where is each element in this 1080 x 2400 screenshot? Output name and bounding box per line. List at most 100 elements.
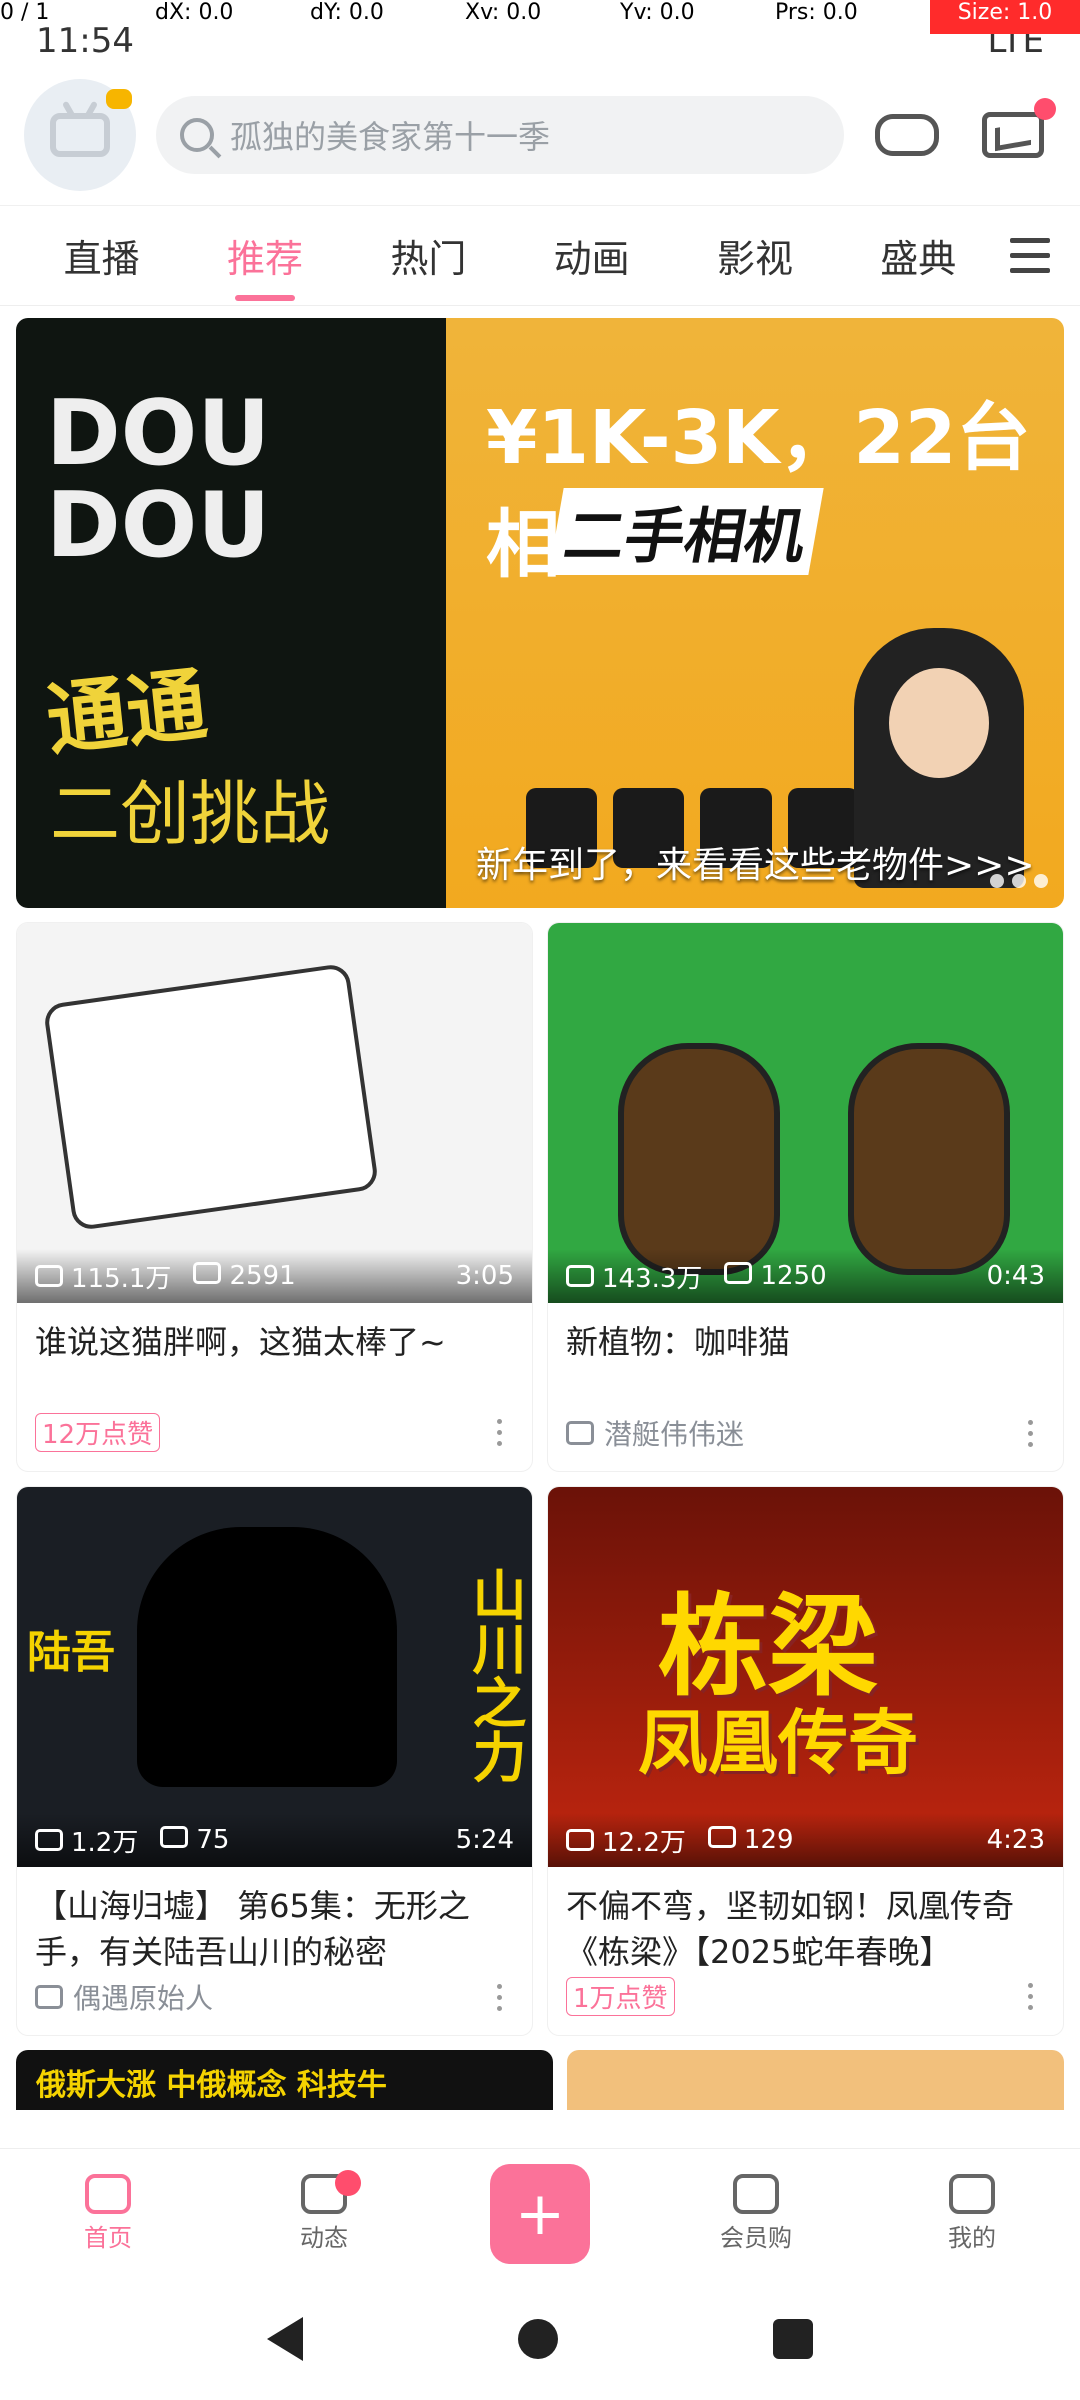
video-thumbnail: 143.3万 1250 0:43 [548, 923, 1063, 1303]
video-card[interactable]: 143.3万 1250 0:43 新植物：咖啡猫 潜艇伟伟迷 [547, 922, 1064, 1472]
like-badge: 1万点赞 [566, 1977, 675, 2016]
comments-count: 129 [707, 1825, 794, 1855]
tab-anime[interactable]: 动画 [510, 228, 673, 283]
recents-icon[interactable] [772, 2319, 813, 2359]
profile-icon [949, 2174, 995, 2214]
debug-overlay: 0 / 1 dX: 0.0 dY: 0.0 Xv: 0.0 Yv: 0.0 Pr… [0, 0, 1080, 34]
video-meta: 潜艇伟伟迷 [548, 1413, 1063, 1471]
next-row-peek: 俄斯大涨 中俄概念 科技牛 [16, 2050, 1064, 2110]
banner-challenge-text: 二创挑战 [50, 773, 330, 855]
more-options-icon[interactable] [484, 1983, 514, 2011]
tab-menu-button[interactable] [1000, 238, 1060, 273]
more-options-icon[interactable] [1015, 1419, 1045, 1447]
video-feed: 115.1万 2591 3:05 谁说这猫胖啊，这猫太棒了~ 12万点赞 143… [0, 908, 1080, 2036]
banner-right-image: ¥1K-3K，22台相 二手相机 [446, 318, 1064, 908]
tab-hot[interactable]: 热门 [347, 228, 510, 283]
tab-movies[interactable]: 影视 [673, 228, 836, 283]
nav-publish[interactable]: + [432, 2163, 648, 2264]
category-tabs: 直播 推荐 热门 动画 影视 盛典 [0, 206, 1080, 306]
danmaku-icon [160, 1826, 189, 1848]
duration: 3:05 [455, 1261, 514, 1291]
banner-camera-text: 二手相机 [548, 488, 824, 575]
uploader-icon [35, 1985, 63, 2009]
gamepad-icon [875, 113, 939, 156]
messages-button[interactable] [970, 92, 1056, 178]
mail-icon [982, 111, 1044, 158]
debug-dx: dX: 0.0 [155, 0, 234, 25]
debug-size: Size: 1.0 [930, 0, 1080, 34]
peek-card-right[interactable] [567, 2050, 1064, 2110]
comments-count: 1250 [724, 1261, 827, 1291]
nav-home[interactable]: 首页 [0, 2174, 216, 2253]
notification-dot-icon [335, 2170, 361, 2196]
play-icon [35, 1828, 63, 1851]
tab-recommend[interactable]: 推荐 [183, 228, 346, 283]
nav-label: 会员购 [720, 2224, 792, 2252]
nav-label: 我的 [948, 2224, 996, 2252]
more-options-icon[interactable] [1015, 1983, 1045, 2010]
debug-xv: Xv: 0.0 [465, 0, 542, 25]
peek-card-left[interactable]: 俄斯大涨 中俄概念 科技牛 [16, 2050, 553, 2110]
debug-pointer: 0 / 1 [0, 0, 50, 25]
video-meta: 1万点赞 [548, 1977, 1063, 2034]
game-center-button[interactable] [864, 92, 950, 178]
thumb-text-phoenix: 凤凰传奇 [638, 1702, 918, 1784]
video-thumbnail: 陆吾 山川之力 1.2万 75 5:24 [17, 1487, 532, 1867]
home-icon [85, 2174, 131, 2214]
uploader-name[interactable]: 偶遇原始人 [73, 1977, 213, 2017]
nav-member-shop[interactable]: 会员购 [648, 2174, 864, 2253]
comments-count: 2591 [193, 1261, 296, 1291]
thumb-text-shanchuan: 山川之力 [463, 1567, 526, 1783]
views-count: 143.3万 [566, 1258, 702, 1295]
play-icon [35, 1264, 63, 1287]
video-thumbnail: 115.1万 2591 3:05 [17, 923, 532, 1303]
search-icon [180, 117, 214, 152]
nav-label: 动态 [300, 2224, 348, 2252]
video-title: 不偏不弯，坚韧如钢！凤凰传奇《栋梁》【2025蛇年春晚】 [566, 1887, 1015, 1971]
nav-label: 首页 [84, 2224, 132, 2252]
debug-dy: dY: 0.0 [310, 0, 384, 25]
search-placeholder: 孤独的美食家第十一季 [230, 117, 551, 156]
plus-icon: + [490, 2163, 590, 2264]
dynamic-icon [301, 2170, 361, 2214]
banner-dou-text: DOU DOU [46, 381, 271, 578]
banner-tong-text: 通通 [42, 657, 212, 768]
banner-caption: 新年到了，来看看这些老物件>>> [476, 845, 1035, 886]
video-title: 新植物：咖啡猫 [566, 1323, 791, 1361]
system-navigation [0, 2278, 1080, 2400]
duration: 4:23 [986, 1825, 1045, 1855]
tab-gala[interactable]: 盛典 [837, 228, 1000, 283]
video-card[interactable]: 栋梁 凤凰传奇 12.2万 129 4:23 不偏不弯，坚韧如钢！凤凰传奇《栋梁… [547, 1486, 1064, 2036]
comments-count: 75 [160, 1825, 229, 1855]
video-card[interactable]: 115.1万 2591 3:05 谁说这猫胖啊，这猫太棒了~ 12万点赞 [16, 922, 533, 1472]
status-bar: 0 / 1 dX: 0.0 dY: 0.0 Xv: 0.0 Yv: 0.0 Pr… [0, 0, 1080, 64]
debug-prs: Prs: 0.0 [775, 0, 858, 25]
search-bar[interactable]: 孤独的美食家第十一季 [156, 95, 844, 174]
nav-profile[interactable]: 我的 [864, 2174, 1080, 2253]
back-icon[interactable] [267, 2317, 304, 2361]
vip-badge-icon [106, 88, 132, 109]
home-button-icon[interactable] [517, 2319, 558, 2359]
danmaku-icon [707, 1826, 736, 1848]
banner-left-image: DOU DOU 通通 二创挑战 [16, 318, 446, 908]
carousel-dots [990, 874, 1048, 888]
bottom-navigation: 首页 动态 + 会员购 我的 [0, 2148, 1080, 2278]
tab-live[interactable]: 直播 [20, 228, 183, 283]
uploader-name[interactable]: 潜艇伟伟迷 [604, 1413, 744, 1453]
banner-carousel[interactable]: DOU DOU 通通 二创挑战 ¥1K-3K，22台相 二手相机 新年到了，来看… [16, 318, 1064, 908]
video-meta: 偶遇原始人 [17, 1977, 532, 2035]
top-header: 孤独的美食家第十一季 [0, 64, 1080, 206]
video-card[interactable]: 陆吾 山川之力 1.2万 75 5:24 【山海归墟】 第65集：无形之手，有关… [16, 1486, 533, 2036]
like-badge: 12万点赞 [35, 1413, 161, 1452]
duration: 0:43 [986, 1261, 1045, 1291]
nav-dynamic[interactable]: 动态 [216, 2170, 432, 2253]
danmaku-icon [193, 1262, 222, 1284]
avatar[interactable] [24, 78, 136, 191]
creature-illustration [137, 1527, 397, 1787]
video-stats: 143.3万 1250 0:43 [548, 1249, 1063, 1303]
thumb-text-luwu: 陆吾 [27, 1627, 115, 1678]
play-icon [566, 1828, 594, 1851]
video-stats: 1.2万 75 5:24 [17, 1813, 532, 1867]
views-count: 12.2万 [566, 1822, 686, 1859]
more-options-icon[interactable] [484, 1419, 514, 1446]
